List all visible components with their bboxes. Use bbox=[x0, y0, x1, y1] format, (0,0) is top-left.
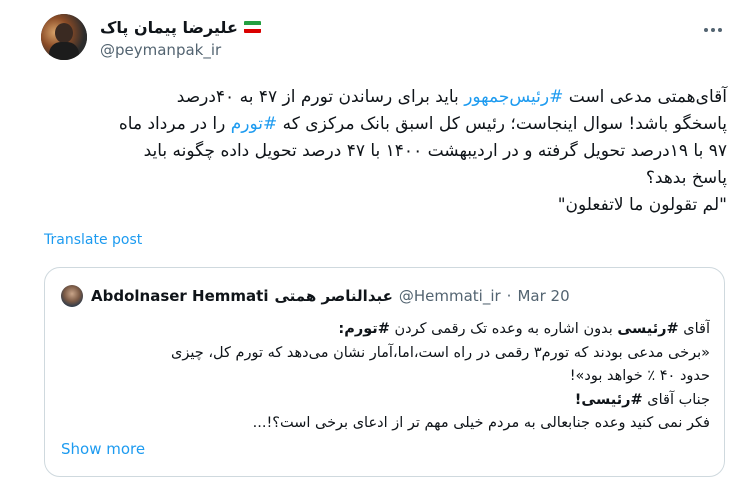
post-card: علیرضا پیمان پاک @peymanpak_ir آقای‌همتی… bbox=[0, 0, 737, 489]
quoted-author-avatar[interactable] bbox=[61, 285, 83, 307]
quoted-hashtag-raisi: #رئیسی bbox=[617, 321, 679, 337]
post-text: آقای‌همتی مدعی است #رئیس‌جمهور باید برای… bbox=[44, 84, 727, 219]
author-display-name[interactable]: علیرضا پیمان پاک bbox=[100, 18, 238, 37]
quoted-hashtag-raisi-2: #رئیسی! bbox=[574, 391, 643, 408]
quoted-post-text: آقای #رئیسی بدون اشاره به وعده تک رقمی ک… bbox=[59, 318, 710, 436]
quoted-author-name-fa[interactable]: عبدالناصر همتی bbox=[274, 287, 392, 305]
post-text-segment: باید برای رساندن تورم از ۴۷ به ۴۰درصد bbox=[176, 87, 465, 107]
avatar-body bbox=[49, 42, 79, 60]
post-text-segment: پاسخگو باشد! سوال اینجاست؛ رئیس کل اسبق … bbox=[277, 114, 727, 134]
author-name-row: علیرضا پیمان پاک bbox=[100, 16, 261, 38]
meta-separator: · bbox=[506, 287, 512, 305]
quoted-line-5: فکر نمی کنید وعده جنابعالی به مردم خیلی … bbox=[252, 415, 710, 431]
iran-flag-icon bbox=[243, 21, 261, 33]
quoted-author-handle[interactable]: @Hemmati_ir bbox=[399, 287, 501, 305]
quoted-post-date[interactable]: Mar 20 bbox=[517, 287, 569, 305]
hashtag-president-link[interactable]: #رئیس‌جمهور bbox=[464, 87, 563, 107]
quoted-text-segment: آقای bbox=[678, 321, 710, 337]
quoted-line-3: حدود ۴۰ ٪ خواهد بود»! bbox=[569, 368, 710, 384]
post-line-1: آقای‌همتی مدعی است #رئیس‌جمهور باید برای… bbox=[44, 84, 727, 111]
quoted-line-4: جناب آقای #رئیسی! bbox=[59, 389, 710, 413]
author-avatar[interactable] bbox=[41, 14, 87, 60]
show-more-link[interactable]: Show more bbox=[61, 440, 145, 458]
quoted-post[interactable]: Abdolnaser Hemmati عبدالناصر همتی @Hemma… bbox=[44, 267, 725, 477]
post-line-5: "لم تقولون ما لاتفعلون" bbox=[557, 195, 727, 215]
quoted-text-segment: جناب آقای bbox=[642, 391, 710, 408]
post-line-2: پاسخگو باشد! سوال اینجاست؛ رئیس کل اسبق … bbox=[44, 111, 727, 138]
quoted-post-header: Abdolnaser Hemmati عبدالناصر همتی @Hemma… bbox=[91, 285, 570, 307]
avatar-head bbox=[55, 23, 73, 43]
quoted-text-segment: بدون اشاره به وعده تک رقمی کردن bbox=[389, 321, 618, 337]
quoted-line-2: «برخی مدعی بودند که تورم۳ رقمی در راه اس… bbox=[171, 344, 710, 361]
more-options-icon[interactable] bbox=[701, 20, 725, 40]
quoted-hashtag-inflation: #تورم: bbox=[338, 321, 390, 337]
post-line-4: پاسخ بدهد؟ bbox=[645, 168, 727, 188]
author-handle[interactable]: @peymanpak_ir bbox=[100, 41, 221, 59]
translate-post-link[interactable]: Translate post bbox=[44, 232, 142, 248]
quoted-author-name[interactable]: Abdolnaser Hemmati bbox=[91, 287, 268, 305]
post-text-segment: آقای‌همتی مدعی است bbox=[563, 87, 727, 107]
post-line-3: ۹۷ با ۱۹درصد تحویل گرفته و در اردیبهشت ۱… bbox=[143, 141, 727, 161]
quoted-line-1: آقای #رئیسی بدون اشاره به وعده تک رقمی ک… bbox=[59, 318, 710, 342]
post-text-segment: را در مرداد ماه bbox=[118, 114, 231, 134]
hashtag-inflation-link[interactable]: #تورم bbox=[231, 114, 278, 134]
